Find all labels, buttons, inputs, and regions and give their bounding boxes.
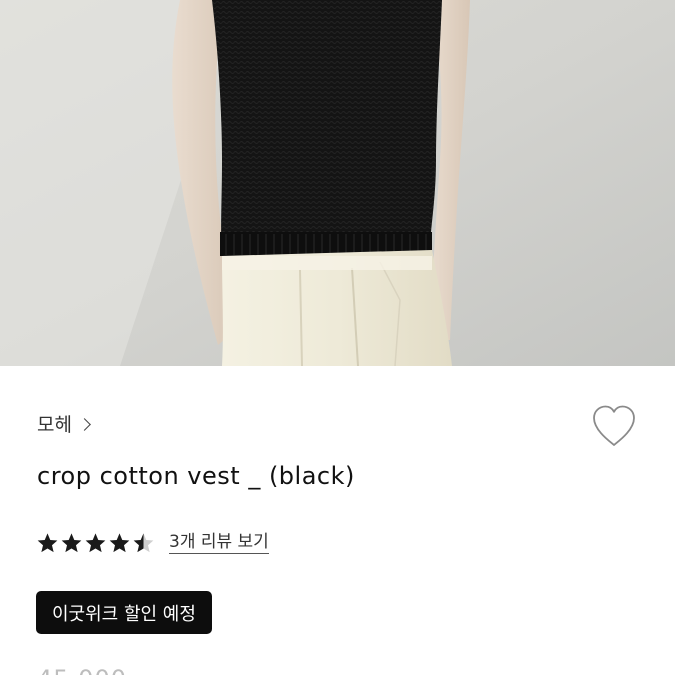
star-icon [108, 532, 131, 554]
star-rating [36, 532, 155, 554]
product-photo-illustration [0, 0, 675, 366]
half-star-icon [132, 532, 155, 554]
star-icon [60, 532, 83, 554]
discount-badge: 이굿위크 할인 예정 [36, 591, 212, 634]
chevron-right-icon [78, 417, 91, 431]
wishlist-button[interactable] [588, 402, 640, 450]
product-detail-page: 모헤 crop cotton vest _ (black) 3개 리뷰 보기 이… [0, 0, 675, 675]
star-icon [84, 532, 107, 554]
heart-outline-icon [593, 405, 635, 446]
review-link[interactable]: 3개 리뷰 보기 [169, 532, 269, 554]
star-icon [36, 532, 59, 554]
brand-name: 모헤 [37, 414, 72, 436]
price: 45,000 [37, 665, 127, 675]
product-title: crop cotton vest _ (black) [37, 462, 355, 490]
rating-row: 3개 리뷰 보기 [36, 532, 269, 554]
brand-link[interactable]: 모헤 [37, 410, 91, 437]
product-photo [0, 0, 675, 366]
